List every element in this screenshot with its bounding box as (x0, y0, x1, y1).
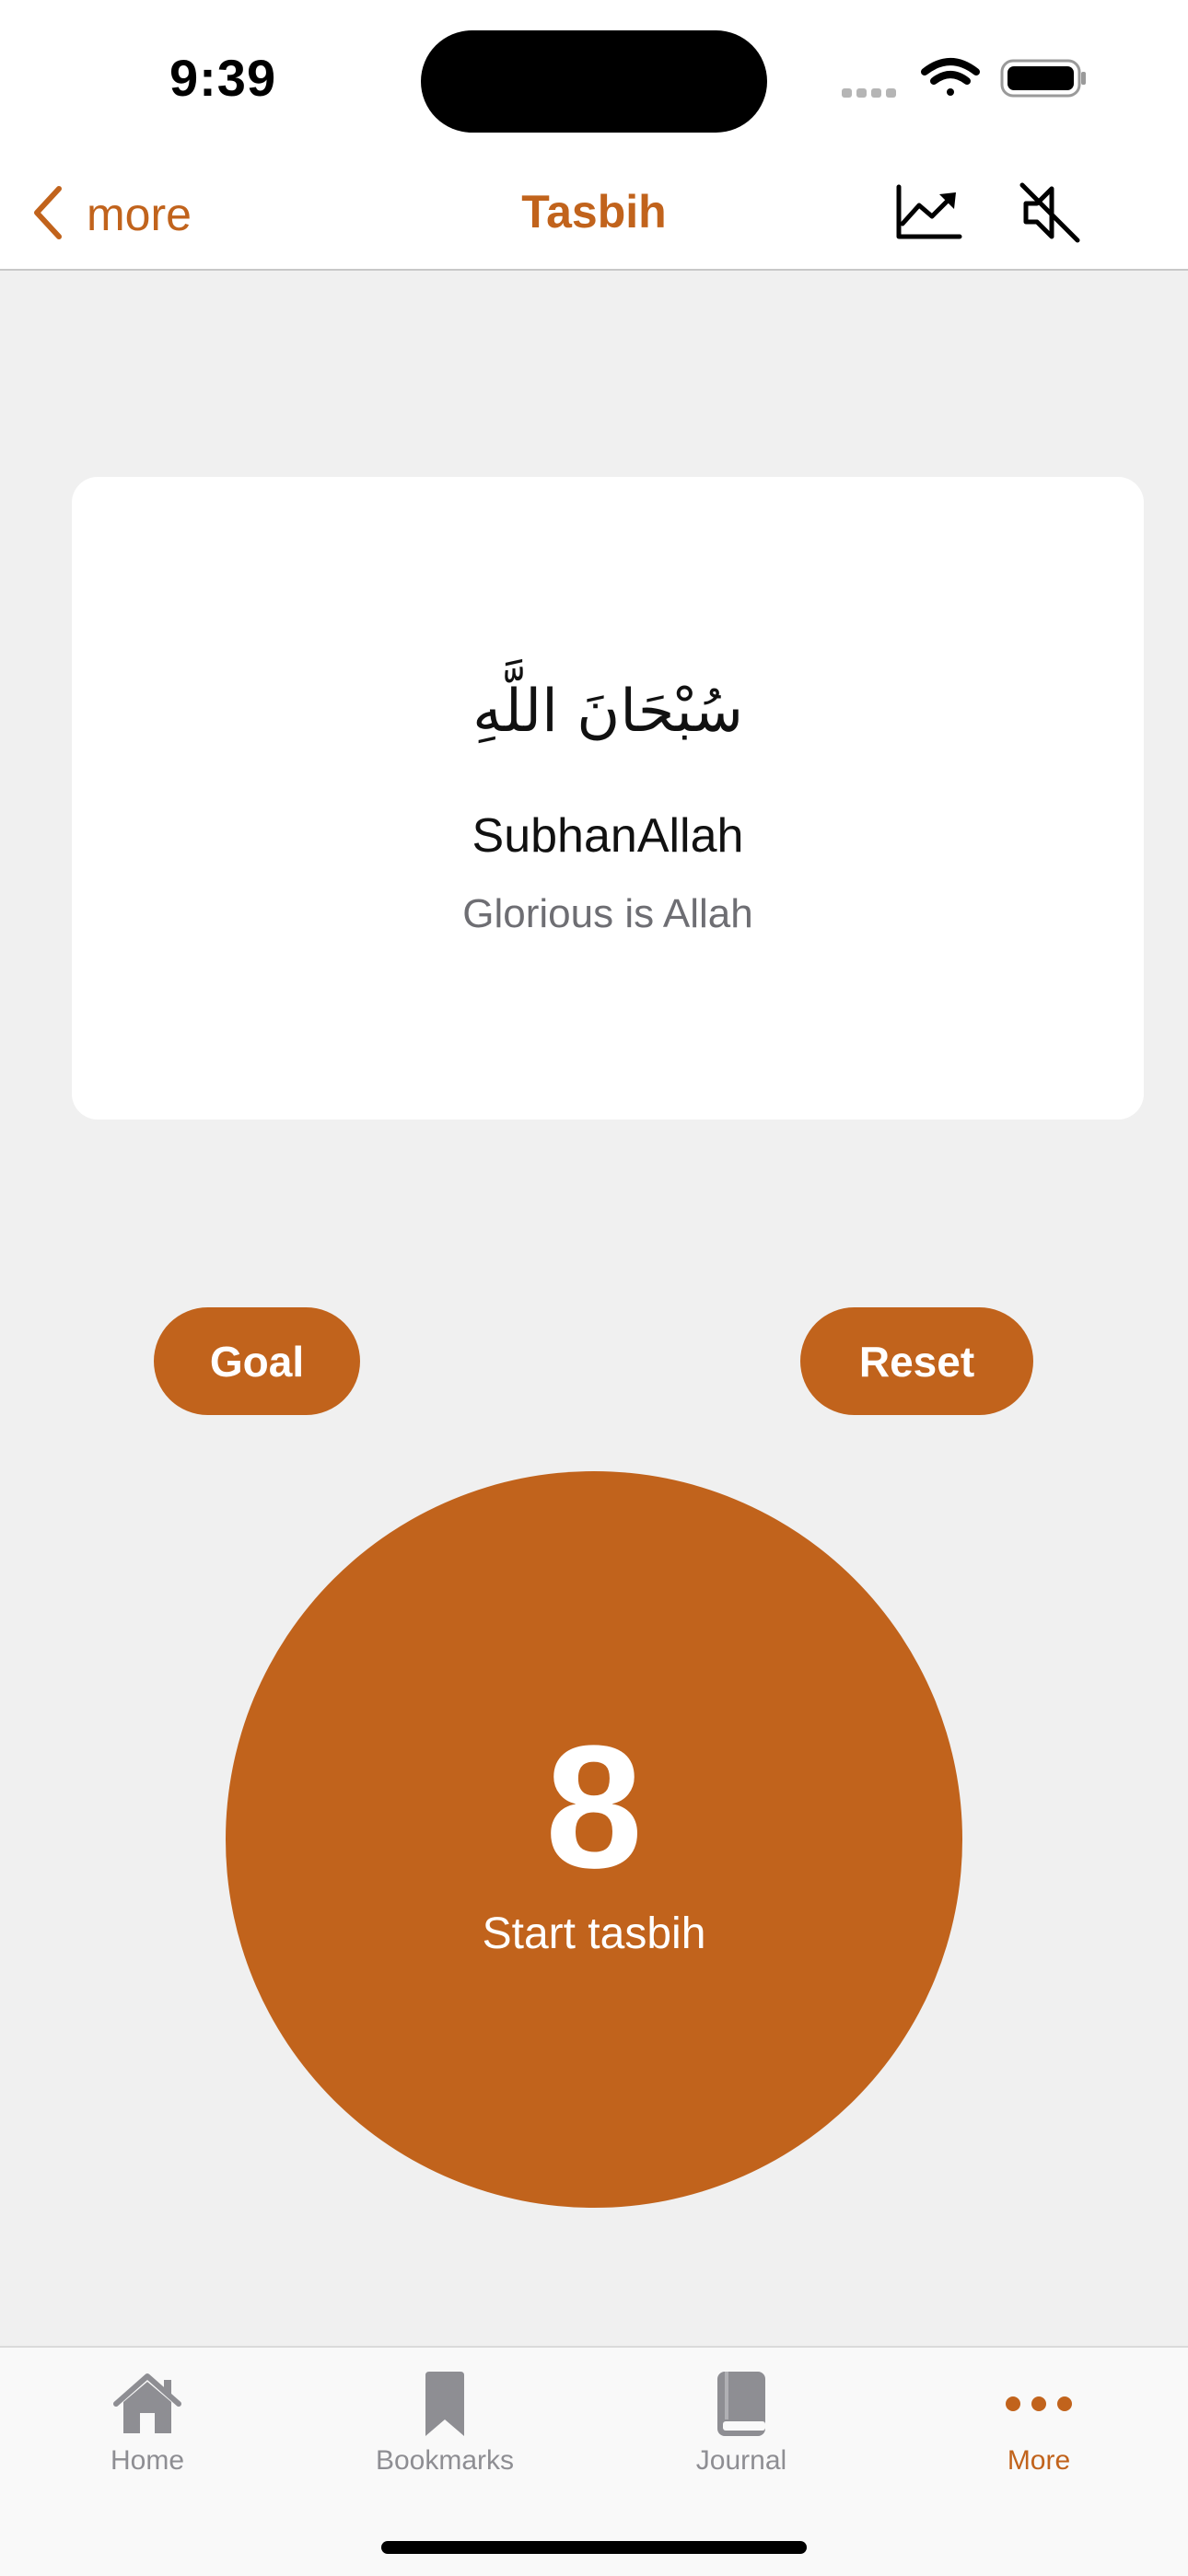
chart-trend-icon (893, 183, 963, 247)
book-icon (631, 2366, 852, 2442)
tab-journal-label: Journal (695, 2445, 787, 2476)
tab-home[interactable]: Home (37, 2366, 258, 2486)
home-icon (37, 2366, 258, 2442)
speaker-muted-icon (1017, 180, 1083, 250)
cellular-signal-icon (842, 88, 896, 98)
dhikr-arabic-text: سُبْحَانَ اللَّهِ (472, 678, 743, 746)
reset-button[interactable]: Reset (800, 1307, 1033, 1415)
wifi-icon (921, 58, 980, 96)
tasbih-counter-button[interactable]: 8 Start tasbih (226, 1471, 962, 2208)
dhikr-translation: Glorious is Allah (462, 891, 753, 936)
navigation-bar: more Tasbih (0, 161, 1188, 271)
counter-label: Start tasbih (482, 1909, 706, 1958)
tab-bookmarks-label: Bookmarks (375, 2445, 515, 2476)
statistics-button[interactable] (888, 174, 969, 255)
bookmark-icon (334, 2366, 555, 2442)
tab-journal[interactable]: Journal (631, 2366, 852, 2486)
more-dots-icon (928, 2366, 1149, 2442)
tab-bookmarks[interactable]: Bookmarks (334, 2366, 555, 2486)
dynamic-island (421, 30, 767, 133)
tab-home-label: Home (110, 2445, 185, 2476)
sound-toggle-button[interactable] (1009, 174, 1090, 255)
status-time: 9:39 (169, 49, 277, 107)
goal-button[interactable]: Goal (154, 1307, 360, 1415)
tasbih-count: 8 (545, 1710, 643, 1905)
status-icons (840, 55, 1089, 101)
tab-more[interactable]: More (928, 2366, 1149, 2486)
status-bar: 9:39 (0, 0, 1188, 161)
home-indicator (381, 2541, 807, 2554)
dhikr-transliteration: SubhanAllah (472, 809, 744, 863)
dhikr-card: سُبْحَانَ اللَّهِ SubhanAllah Glorious i… (72, 477, 1144, 1120)
tab-more-label: More (1007, 2445, 1071, 2476)
battery-icon (1000, 59, 1086, 98)
